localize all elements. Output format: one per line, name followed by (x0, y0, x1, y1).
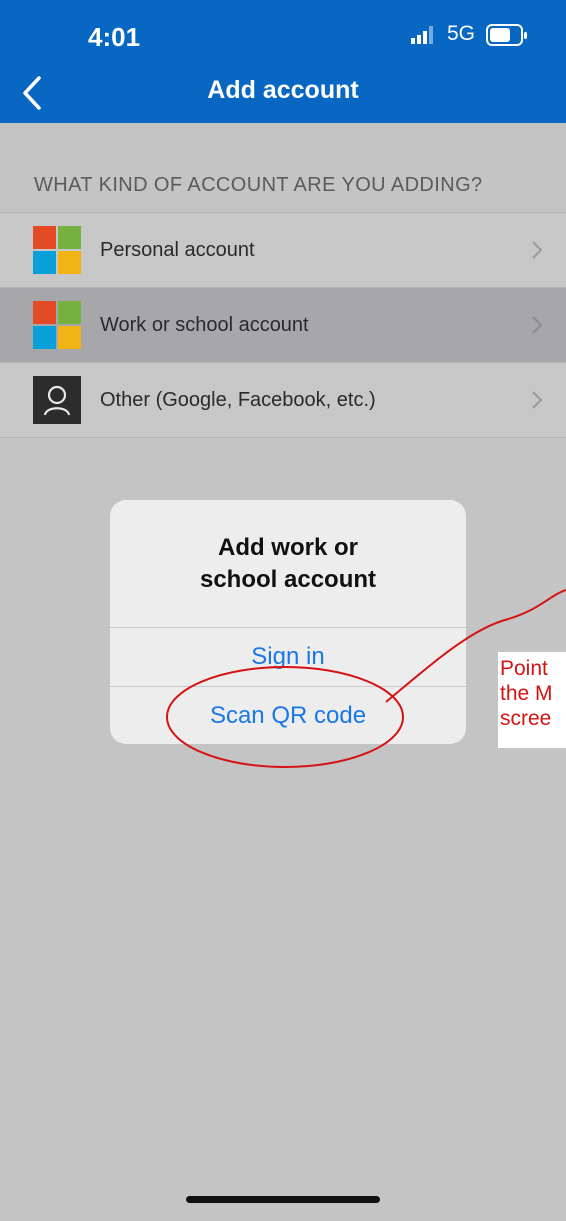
account-row-label: Personal account (100, 238, 255, 261)
dialog-title: Add work or school account (110, 532, 466, 596)
battery-icon (486, 24, 527, 46)
account-row-label: Work or school account (100, 313, 309, 336)
scan-qr-code-button[interactable]: Scan QR code (110, 687, 466, 744)
work-or-school-account-row[interactable]: Work or school account (0, 288, 566, 363)
signal-icon (411, 26, 433, 44)
account-row-label: Other (Google, Facebook, etc.) (100, 388, 376, 411)
dialog-title-text: Add work or school account (199, 534, 377, 593)
home-indicator (186, 1196, 380, 1203)
personal-account-row[interactable]: Personal account (0, 213, 566, 288)
microsoft-logo-icon (33, 226, 81, 274)
section-heading: WHAT KIND OF ACCOUNT ARE YOU ADDING? (34, 174, 483, 196)
add-work-account-dialog: Add work or school account Sign in Scan … (110, 500, 466, 744)
other-account-row[interactable]: Other (Google, Facebook, etc.) (0, 363, 566, 438)
chevron-right-icon (532, 316, 543, 334)
network-type: 5G (447, 22, 476, 45)
microsoft-logo-icon (33, 301, 81, 349)
annotation-note: Point the M scree (498, 652, 566, 748)
person-icon (33, 376, 81, 424)
account-type-list: Personal account Work or school account … (0, 212, 566, 438)
status-time: 4:01 (88, 22, 141, 52)
sign-in-button[interactable]: Sign in (110, 628, 466, 686)
screen: 4:01 5G Add account WHAT KIND OF ACCOUNT… (0, 0, 566, 1221)
page-title: Add account (207, 76, 359, 104)
top-bar: 4:01 5G Add account (0, 0, 566, 123)
chevron-right-icon (532, 391, 543, 409)
chevron-right-icon (532, 241, 543, 259)
